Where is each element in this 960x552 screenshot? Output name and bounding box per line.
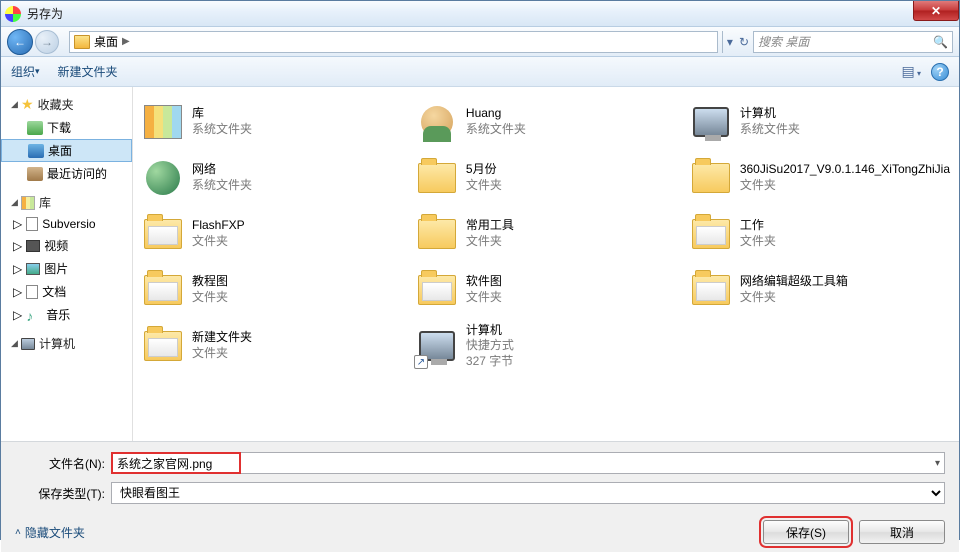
app-icon [5,6,21,22]
nav-back-button[interactable]: ← [7,29,33,55]
file-name: 计算机 [740,106,800,122]
tree-group-库[interactable]: ◢库 [1,191,132,214]
file-item[interactable]: 360JiSu2017_V9.0.1.146_XiTongZhiJia文件夹 [687,151,953,205]
file-subtitle: 文件夹 [740,178,950,194]
file-subtitle: 文件夹 [740,290,848,306]
tree-item-Subversio[interactable]: ▷Subversio [1,214,132,234]
file-subtitle: 文件夹 [740,234,776,250]
breadcrumb-segment[interactable]: 桌面 [94,33,118,50]
file-subtitle: 文件夹 [466,290,502,306]
tree-item-下载[interactable]: 下载 [1,116,132,139]
tree-item-音乐[interactable]: ▷♪音乐 [1,303,132,326]
nav-bar: ← → 桌面 ▶ ▾ ↻ 搜索 桌面 🔍 [1,27,959,57]
tree-item-视频[interactable]: ▷视频 [1,234,132,257]
history-dropdown-icon[interactable]: ▾ [727,35,733,49]
file-item[interactable]: 5月份文件夹 [413,151,679,205]
file-item[interactable]: 软件图文件夹 [413,263,679,317]
file-item[interactable]: FlashFXP文件夹 [139,207,405,261]
file-name: 网络 [192,162,252,178]
tree-item-桌面[interactable]: 桌面 [1,139,132,162]
new-folder-button[interactable]: 新建文件夹 [58,63,118,80]
file-name: 软件图 [466,274,502,290]
dialog-body: ◢★收藏夹下载桌面最近访问的 ◢库▷Subversio▷视频▷图片▷文档▷♪音乐 ◢… [1,87,959,441]
file-subtitle: 文件夹 [192,234,245,250]
file-subtitle: 文件夹 [466,178,502,194]
nav-forward-button: → [35,30,59,54]
tree-group-收藏夹[interactable]: ◢★收藏夹 [1,93,132,116]
file-subtitle: 系统文件夹 [466,122,526,138]
bottom-panel: 文件名(N): ▾ 保存类型(T): 快眼看图王 ˄ 隐藏文件夹 保存(S) 取… [1,441,959,552]
filename-input-ext[interactable]: ▾ [241,452,945,474]
file-name: 计算机 [466,323,514,339]
search-placeholder: 搜索 桌面 [758,33,809,50]
navigation-tree[interactable]: ◢★收藏夹下载桌面最近访问的 ◢库▷Subversio▷视频▷图片▷文档▷♪音乐 ◢… [1,87,133,441]
organize-button[interactable]: 组织 [11,63,40,80]
file-item[interactable]: 库系统文件夹 [139,95,405,149]
file-item[interactable]: 工作文件夹 [687,207,953,261]
file-subtitle: 系统文件夹 [192,122,252,138]
dropdown-icon[interactable]: ▾ [935,458,940,469]
file-subtitle: 系统文件夹 [740,122,800,138]
file-item[interactable]: 常用工具文件夹 [413,207,679,261]
file-subtitle: 系统文件夹 [192,178,252,194]
file-name: FlashFXP [192,218,245,234]
window-title: 另存为 [27,5,63,22]
search-input[interactable]: 搜索 桌面 🔍 [753,31,953,53]
file-subtitle: 文件夹 [466,234,514,250]
file-item[interactable]: ↗计算机快捷方式327 字节 [413,319,679,373]
file-name: 工作 [740,218,776,234]
filename-input[interactable] [111,452,241,474]
tree-item-文档[interactable]: ▷文档 [1,280,132,303]
save-type-label: 保存类型(T): [15,485,105,502]
hide-folders-toggle[interactable]: ˄ 隐藏文件夹 [15,524,85,541]
refresh-icon[interactable]: ↻ [739,35,749,49]
title-bar: 另存为 ✕ [1,1,959,27]
breadcrumb-controls: ▾ ↻ [722,31,753,53]
close-button[interactable]: ✕ [913,1,959,21]
file-name: 360JiSu2017_V9.0.1.146_XiTongZhiJia [740,162,950,178]
search-icon[interactable]: 🔍 [933,35,948,49]
chevron-up-icon: ˄ [15,527,21,538]
file-item[interactable]: 网络系统文件夹 [139,151,405,205]
breadcrumb[interactable]: 桌面 ▶ [69,31,718,53]
tree-item-最近访问的[interactable]: 最近访问的 [1,162,132,185]
save-type-select[interactable]: 快眼看图王 [111,482,945,504]
file-subtitle: 文件夹 [192,346,252,362]
file-subtitle: 快捷方式 [466,338,514,354]
file-name: 常用工具 [466,218,514,234]
file-list[interactable]: 库系统文件夹Huang系统文件夹计算机系统文件夹网络系统文件夹5月份文件夹360… [133,87,959,441]
folder-icon [74,35,90,49]
file-name: 新建文件夹 [192,330,252,346]
filename-label: 文件名(N): [15,455,105,472]
file-item[interactable]: Huang系统文件夹 [413,95,679,149]
file-name: 5月份 [466,162,502,178]
file-name: Huang [466,106,526,122]
view-mode-button[interactable]: ▤ ▾ [902,63,921,80]
file-name: 教程图 [192,274,228,290]
chevron-right-icon[interactable]: ▶ [122,36,130,47]
help-icon[interactable]: ? [931,63,949,81]
file-name: 库 [192,106,252,122]
file-item[interactable]: 教程图文件夹 [139,263,405,317]
file-subtitle: 文件夹 [192,290,228,306]
tree-item-图片[interactable]: ▷图片 [1,257,132,280]
file-item[interactable]: 新建文件夹文件夹 [139,319,405,373]
file-name: 网络编辑超级工具箱 [740,274,848,290]
cancel-button[interactable]: 取消 [859,520,945,544]
file-item[interactable]: 计算机系统文件夹 [687,95,953,149]
toolbar: 组织 新建文件夹 ▤ ▾ ? [1,57,959,87]
file-item[interactable]: 网络编辑超级工具箱文件夹 [687,263,953,317]
save-button[interactable]: 保存(S) [763,520,849,544]
tree-group-计算机[interactable]: ◢计算机 [1,332,132,355]
